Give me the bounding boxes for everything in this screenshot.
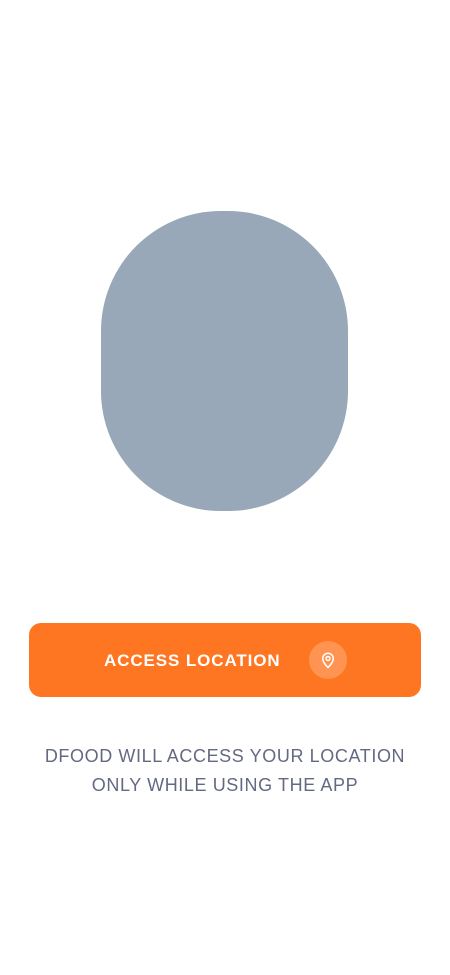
note-line-1: DFOOD WILL ACCESS YOUR LOCATION (44, 746, 406, 766)
access-location-button[interactable]: ACCESS LOCATION (29, 623, 421, 697)
location-permission-note: DFOOD WILL ACCESS YOUR LOCATION ONLY WHI… (0, 742, 450, 800)
location-illustration (101, 211, 348, 511)
map-pin-icon (309, 641, 347, 679)
access-location-label: ACCESS LOCATION (104, 651, 281, 670)
note-line-2: ONLY WHILE USING THE APP (91, 775, 359, 795)
